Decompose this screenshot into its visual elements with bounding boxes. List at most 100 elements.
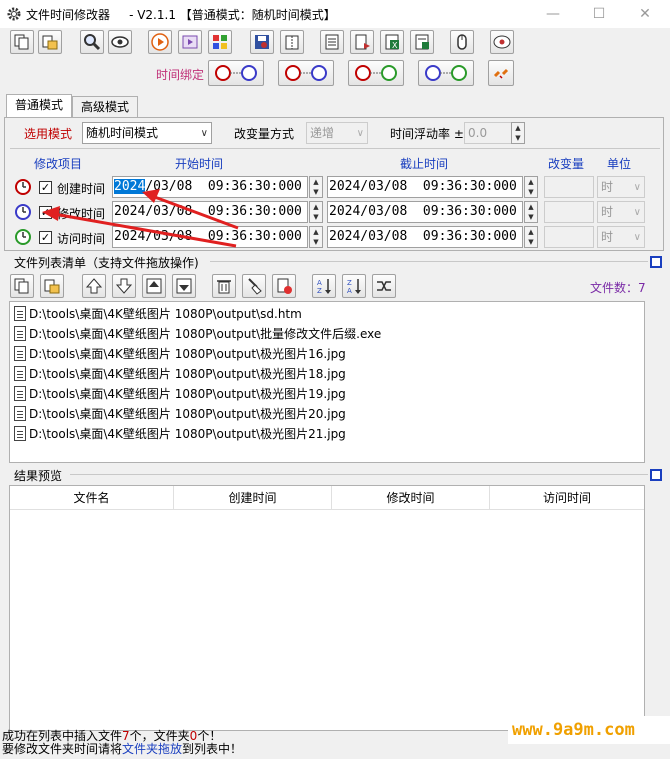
chevron-down-icon: ∨ <box>633 182 641 193</box>
image-button[interactable] <box>208 30 232 54</box>
bind-all-button[interactable] <box>348 60 404 86</box>
file-path: D:\tools\桌面\4K壁纸图片 1080P\output\批量修改文件后缀… <box>29 326 382 341</box>
access-end-time-input[interactable]: 2024/03/08 09:36:30:000 <box>327 226 523 248</box>
bind-create-access-button[interactable] <box>278 60 334 86</box>
create-end-spinner[interactable]: ▲ ▼ <box>524 176 538 198</box>
header-item: 修改项目 <box>34 157 83 171</box>
file-path: D:\tools\桌面\4K壁纸图片 1080P\output\极光图片19.j… <box>29 386 346 401</box>
status-highlight: 文件夹拖放 <box>122 742 183 756</box>
close-button[interactable]: ✕ <box>622 0 668 28</box>
create-start-time-input[interactable]: 2024/03/08 09:36:30:000 <box>112 176 308 198</box>
modify-end-spinner[interactable]: ▲ ▼ <box>524 201 538 223</box>
create-time-checkbox[interactable]: ✓ <box>39 181 52 194</box>
search-button[interactable] <box>80 30 104 54</box>
eye-icon <box>111 36 129 48</box>
float-rate-spinner[interactable]: ▲ ▼ <box>511 122 525 144</box>
list-item[interactable]: D:\tools\桌面\4K壁纸图片 1080P\output\极光图片16.j… <box>10 343 644 363</box>
start-year: 2024 <box>114 204 146 219</box>
mode-select[interactable]: 随机时间模式 ∨ <box>82 122 212 144</box>
collapse-preview-button[interactable] <box>650 469 662 481</box>
delete-button[interactable] <box>212 274 236 298</box>
clean-button[interactable] <box>242 274 266 298</box>
move-bottom-button[interactable] <box>172 274 196 298</box>
arrow-down-icon <box>115 278 133 294</box>
modify-end-time-input[interactable]: 2024/03/08 09:36:30:000 <box>327 201 523 223</box>
export-text-button[interactable] <box>320 30 344 54</box>
add-folder-button[interactable] <box>40 274 64 298</box>
column-header-modify-time[interactable]: 修改时间 <box>332 486 490 510</box>
tab-normal-mode[interactable]: 普通模式 <box>6 94 73 118</box>
clear-icon <box>277 278 292 294</box>
file-icon <box>14 385 26 401</box>
modify-unit-select[interactable]: 时 ∨ <box>597 201 645 223</box>
svg-text:A: A <box>347 287 352 295</box>
file-list[interactable]: D:\tools\桌面\4K壁纸图片 1080P\output\sd.htm D… <box>9 301 645 463</box>
change-method-select[interactable]: 递增 ∨ <box>306 122 368 144</box>
tab-advanced-mode[interactable]: 高级模式 <box>72 96 139 118</box>
access-change-input[interactable] <box>544 226 594 248</box>
move-top-button[interactable] <box>82 274 106 298</box>
list-item[interactable]: D:\tools\桌面\4K壁纸图片 1080P\output\极光图片20.j… <box>10 403 644 423</box>
spin-down-icon: ▼ <box>313 213 319 221</box>
bind-clocks-icon <box>285 65 327 81</box>
bind-modify-access-button[interactable] <box>418 60 474 86</box>
clear-list-button[interactable] <box>272 274 296 298</box>
copy-icon <box>14 278 29 294</box>
open-folder-button[interactable] <box>38 30 62 54</box>
shuffle-button[interactable] <box>372 274 396 298</box>
modify-clock-icon <box>15 204 31 220</box>
excel-icon: X <box>385 34 399 50</box>
access-unit-select[interactable]: 时 ∨ <box>597 226 645 248</box>
modify-change-input[interactable] <box>544 201 594 223</box>
create-change-input[interactable] <box>544 176 594 198</box>
spreadsheet-icon <box>415 34 429 50</box>
archive-button[interactable] <box>280 30 304 54</box>
export-excel-button[interactable]: X <box>380 30 404 54</box>
magnifier-icon <box>84 34 101 51</box>
access-start-time-input[interactable]: 2024/03/08 09:36:30:000 <box>112 226 308 248</box>
column-header-create-time[interactable]: 创建时间 <box>174 486 332 510</box>
sort-asc-button[interactable]: AZ <box>312 274 336 298</box>
modify-start-time-input[interactable]: 2024/03/08 09:36:30:000 <box>112 201 308 223</box>
move-down-button[interactable] <box>112 274 136 298</box>
view-button[interactable] <box>108 30 132 54</box>
column-header-filename[interactable]: 文件名 <box>10 486 174 510</box>
list-item[interactable]: D:\tools\桌面\4K壁纸图片 1080P\output\批量修改文件后缀… <box>10 323 644 343</box>
create-start-spinner[interactable]: ▲ ▼ <box>309 176 323 198</box>
list-item[interactable]: D:\tools\桌面\4K壁纸图片 1080P\output\极光图片19.j… <box>10 383 644 403</box>
export-grid-button[interactable] <box>410 30 434 54</box>
maximize-button[interactable]: ☐ <box>576 0 622 28</box>
float-rate-input[interactable]: 0.0 <box>464 122 512 144</box>
modify-time-checkbox[interactable]: ✓ <box>39 206 52 219</box>
arrow-up-icon <box>85 278 103 294</box>
access-start-spinner[interactable]: ▲ ▼ <box>309 226 323 248</box>
copy-files-button[interactable] <box>10 30 34 54</box>
create-end-time-input[interactable]: 2024/03/08 09:36:30:000 <box>327 176 523 198</box>
access-time-checkbox[interactable]: ✓ <box>39 231 52 244</box>
list-item[interactable]: D:\tools\桌面\4K壁纸图片 1080P\output\sd.htm <box>10 303 644 323</box>
move-up-button[interactable] <box>142 274 166 298</box>
bind-create-modify-button[interactable] <box>208 60 264 86</box>
spin-up-icon: ▲ <box>528 228 534 236</box>
unbind-button[interactable] <box>488 60 514 86</box>
about-button[interactable] <box>490 30 514 54</box>
export-doc-button[interactable] <box>350 30 374 54</box>
column-header-access-time[interactable]: 访问时间 <box>490 486 644 510</box>
save-button[interactable] <box>250 30 274 54</box>
mouse-button[interactable] <box>450 30 474 54</box>
create-unit-select[interactable]: 时 ∨ <box>597 176 645 198</box>
list-item[interactable]: D:\tools\桌面\4K壁纸图片 1080P\output\极光图片18.j… <box>10 363 644 383</box>
access-clock-icon <box>15 229 31 245</box>
list-item[interactable]: D:\tools\桌面\4K壁纸图片 1080P\output\极光图片21.j… <box>10 423 644 443</box>
collapse-file-list-button[interactable] <box>650 256 662 268</box>
modify-start-spinner[interactable]: ▲ ▼ <box>309 201 323 223</box>
media-button[interactable] <box>178 30 202 54</box>
sort-desc-button[interactable]: ZA <box>342 274 366 298</box>
result-preview-table[interactable]: 文件名 创建时间 修改时间 访问时间 <box>9 485 645 731</box>
minimize-button[interactable]: — <box>530 0 576 28</box>
access-end-spinner[interactable]: ▲ ▼ <box>524 226 538 248</box>
bind-clocks-icon <box>425 65 467 81</box>
status-text: 到列表中！ <box>182 742 243 756</box>
add-files-button[interactable] <box>10 274 34 298</box>
play-button[interactable] <box>148 30 172 54</box>
